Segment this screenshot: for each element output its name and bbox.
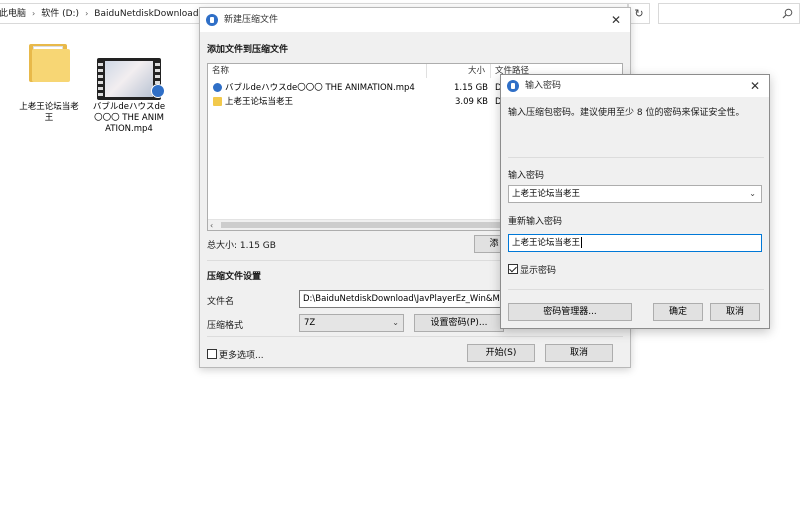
more-options-label[interactable]: 更多选项...: [219, 348, 264, 361]
breadcrumb-item-folder[interactable]: BaiduNetdiskDownload: [94, 9, 198, 19]
password-field-value: 上老王论坛当老王: [512, 189, 581, 199]
password-dialog-titlebar: 输入密码 ✕: [501, 75, 769, 97]
folder-item[interactable]: 上老王论坛当老王: [16, 42, 82, 124]
password-cancel-button[interactable]: 取消: [710, 303, 760, 321]
refresh-icon[interactable]: ↻: [628, 3, 650, 24]
search-icon: [782, 8, 793, 22]
reenter-password-label: 重新输入密码: [508, 217, 563, 227]
scrollbar-thumb[interactable]: [221, 222, 501, 228]
divider: [508, 157, 764, 158]
file-row-name: バブルdeハウスde〇〇〇 THE ANIMATION.mp4: [225, 83, 415, 93]
file-row-size: 3.09 KB: [454, 97, 488, 107]
password-manager-button[interactable]: 密码管理器...: [508, 303, 632, 321]
reenter-password-value: 上老王论坛当老王: [512, 238, 581, 248]
set-password-button[interactable]: 设置密码(P)...: [414, 314, 504, 332]
filename-field[interactable]: D:\BaiduNetdiskDownload\JavPlayerEz_Win&…: [299, 290, 504, 308]
search-input[interactable]: [658, 3, 800, 24]
add-files-heading: 添加文件到压缩文件: [207, 45, 289, 55]
password-dialog-title: 输入密码: [525, 81, 562, 91]
format-label: 压缩格式: [207, 321, 244, 331]
file-row-size: 1.15 GB: [453, 83, 488, 93]
format-select[interactable]: 7Z ⌄: [299, 314, 404, 332]
password-field[interactable]: 上老王论坛当老王 ⌄: [508, 185, 762, 203]
enter-password-dialog: 输入密码 ✕ 输入压缩包密码。建议使用至少 8 位的密码来保证安全性。 输入密码…: [500, 74, 770, 329]
breadcrumb-item-this-pc[interactable]: 此电脑: [0, 9, 26, 19]
chevron-right-icon: ›: [32, 9, 36, 18]
reenter-password-field[interactable]: 上老王论坛当老王: [508, 234, 762, 252]
player-badge-icon: [151, 84, 165, 98]
password-label: 输入密码: [508, 171, 545, 181]
video-file-item[interactable]: バブルdeハウスde〇〇〇 THE ANIMATION.mp4: [92, 58, 166, 135]
column-header-name[interactable]: 名称: [212, 64, 229, 78]
video-file-icon: [213, 83, 222, 92]
divider: [508, 289, 764, 290]
start-button[interactable]: 开始(S): [467, 344, 535, 362]
folder-icon: [213, 97, 222, 106]
close-icon[interactable]: ✕: [747, 75, 763, 97]
more-options-checkbox[interactable]: [207, 349, 217, 359]
format-select-value: 7Z: [304, 318, 316, 328]
cancel-button[interactable]: 取消: [545, 344, 613, 362]
breadcrumb-item-drive[interactable]: 软件 (D:): [41, 9, 79, 19]
app-icon: [507, 80, 519, 92]
folder-item-label: 上老王论坛当老王: [19, 102, 79, 123]
text-caret: [581, 237, 583, 248]
show-password-label[interactable]: 显示密码: [520, 263, 556, 276]
chevron-right-icon: ›: [85, 9, 89, 18]
show-password-checkbox[interactable]: [508, 264, 518, 274]
scroll-left-icon[interactable]: ‹: [210, 220, 213, 230]
dialog-title: 新建压缩文件: [224, 15, 279, 25]
dialog-titlebar: 新建压缩文件 ✕: [200, 8, 630, 32]
total-size-label: 总大小: 1.15 GB: [207, 241, 276, 251]
video-file-label: バブルdeハウスde〇〇〇 THE ANIMATION.mp4: [92, 102, 166, 134]
file-row-name: 上老王论坛当老王: [225, 97, 294, 107]
archive-settings-heading: 压缩文件设置: [207, 272, 262, 282]
chevron-down-icon[interactable]: ⌄: [749, 186, 756, 202]
divider: [207, 336, 623, 337]
app-icon: [206, 14, 218, 26]
column-header-size[interactable]: 大小: [468, 64, 485, 78]
filename-label: 文件名: [207, 297, 235, 307]
breadcrumb: 此电脑›软件 (D:)›BaiduNetdiskDownload›: [0, 4, 214, 23]
ok-button[interactable]: 确定: [653, 303, 703, 321]
folder-icon: [26, 42, 72, 82]
password-hint: 输入压缩包密码。建议使用至少 8 位的密码来保证安全性。: [508, 108, 745, 118]
close-icon[interactable]: ✕: [608, 8, 624, 32]
chevron-down-icon: ⌄: [392, 318, 399, 327]
